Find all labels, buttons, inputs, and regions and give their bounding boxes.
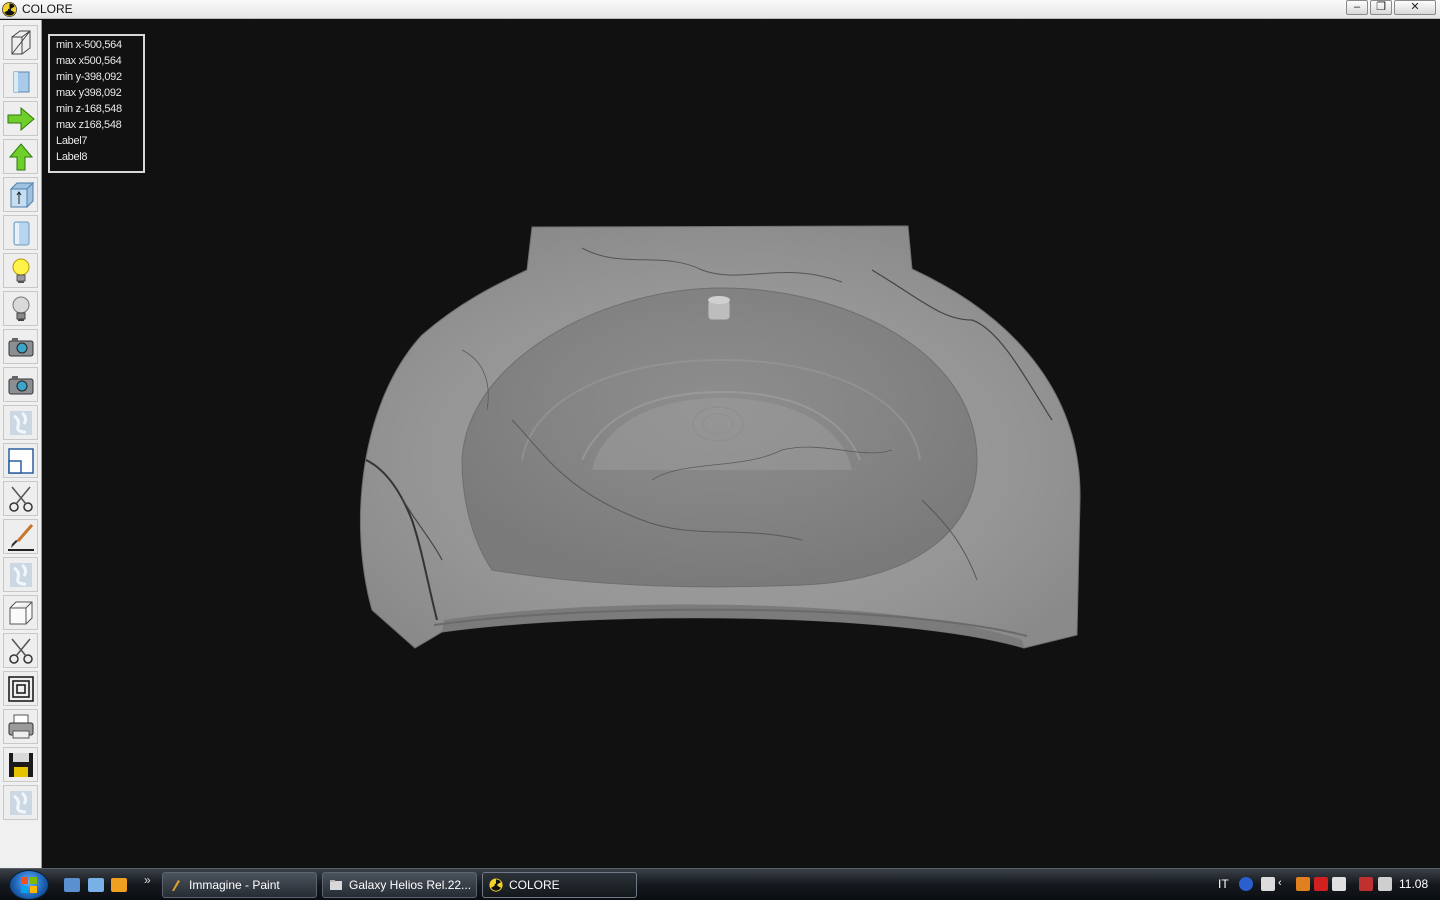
arrow-right-button[interactable]: [3, 101, 38, 136]
texture-3-button[interactable]: [3, 785, 38, 820]
min-y-label: min y-398,092: [56, 71, 122, 83]
restore-button[interactable]: ❐: [1370, 0, 1392, 15]
quicklaunch-chevron[interactable]: »: [144, 873, 151, 887]
cube-icon: [9, 601, 32, 624]
title-bar: COLORE – ❐ ✕: [0, 0, 1440, 19]
close-button[interactable]: ✕: [1394, 0, 1436, 15]
network-icon[interactable]: [1359, 877, 1373, 891]
light-off-icon: [12, 296, 29, 321]
paint-brush-icon: [7, 523, 34, 551]
scissors-button[interactable]: [3, 481, 38, 516]
save-icon: [8, 752, 33, 777]
show-hidden-icon[interactable]: ‹: [1278, 877, 1292, 891]
cube-button[interactable]: [3, 595, 38, 630]
task-galaxy-helios[interactable]: Galaxy Helios Rel.22...: [322, 872, 477, 898]
volume-icon[interactable]: [1378, 877, 1392, 891]
texture-2-button[interactable]: [3, 557, 38, 592]
nested-squares-button[interactable]: [3, 671, 38, 706]
extrude-icon: [9, 181, 34, 208]
task-paint[interactable]: Immagine - Paint: [162, 872, 317, 898]
camera-2-button[interactable]: [3, 367, 38, 402]
ati-icon[interactable]: [1314, 877, 1328, 891]
security-icon[interactable]: [1332, 877, 1346, 891]
max-y-label: max y398,092: [56, 87, 122, 99]
media-player-icon[interactable]: [111, 878, 127, 892]
bounds-info-panel: min x-500,564 max x500,564 min y-398,092…: [48, 34, 145, 173]
printer-button[interactable]: [3, 709, 38, 744]
extrude-button[interactable]: [3, 177, 38, 212]
clock[interactable]: 11.08: [1399, 877, 1428, 891]
safely-remove-icon[interactable]: [1261, 877, 1275, 891]
tool-sidebar: [0, 20, 42, 868]
scissors-2-icon: [8, 638, 33, 664]
max-z-label: max z168,548: [56, 119, 122, 131]
cylinder-icon: [13, 221, 29, 245]
light-on-icon: [12, 258, 29, 283]
folder-icon: [330, 880, 342, 890]
camera-button[interactable]: [3, 329, 38, 364]
texture-button[interactable]: [3, 405, 38, 440]
3d-viewport[interactable]: [42, 20, 1440, 868]
min-x-label: min x-500,564: [56, 39, 122, 51]
taskbar: » Immagine - Paint Galaxy Helios Rel.22.…: [0, 868, 1440, 900]
wireframe-icon: [11, 30, 30, 54]
wireframe-button[interactable]: [3, 25, 38, 60]
nested-squares-icon: [7, 675, 34, 702]
app-tray-icon[interactable]: [1296, 877, 1310, 891]
start-button[interactable]: [9, 870, 49, 900]
task-label: Immagine - Paint: [189, 878, 280, 892]
label8: Label8: [56, 151, 88, 163]
label7: Label7: [56, 135, 88, 147]
window-layout-button[interactable]: [3, 443, 38, 478]
light-on-button[interactable]: [3, 253, 38, 288]
task-label: Galaxy Helios Rel.22...: [349, 878, 472, 892]
window-title: COLORE: [22, 2, 73, 16]
light-off-button[interactable]: [3, 291, 38, 326]
language-indicator[interactable]: IT: [1218, 877, 1229, 891]
printer-icon: [8, 714, 33, 738]
task-label: COLORE: [509, 878, 560, 892]
cylinder-button[interactable]: [3, 215, 38, 250]
switch-windows-icon[interactable]: [88, 878, 104, 892]
solid-view-button[interactable]: [3, 63, 38, 98]
paint-brush-button[interactable]: [3, 519, 38, 554]
solid-view-icon: [13, 71, 29, 92]
minimize-button[interactable]: –: [1346, 0, 1368, 15]
windows-logo-icon: [21, 877, 37, 893]
help-icon[interactable]: [1239, 877, 1253, 891]
arrow-up-icon: [8, 142, 33, 170]
camera-icon: [8, 337, 33, 356]
show-desktop-icon[interactable]: [64, 878, 80, 892]
paint-icon: [172, 880, 180, 891]
radiation-icon: [489, 878, 503, 892]
texture-3-icon: [9, 790, 32, 815]
min-z-label: min z-168,548: [56, 103, 122, 115]
arrow-up-button[interactable]: [3, 139, 38, 174]
radiation-icon: [2, 1, 17, 17]
marble-sink-model[interactable]: [42, 20, 1440, 868]
camera-2-icon: [8, 375, 33, 394]
texture-2-icon: [9, 562, 32, 587]
max-x-label: max x500,564: [56, 55, 122, 67]
save-button[interactable]: [3, 747, 38, 782]
texture-icon: [9, 410, 32, 435]
task-colore[interactable]: COLORE: [482, 872, 637, 898]
window-layout-icon: [7, 447, 34, 474]
scissors-2-button[interactable]: [3, 633, 38, 668]
arrow-right-icon: [7, 106, 35, 131]
scissors-icon: [8, 486, 33, 512]
